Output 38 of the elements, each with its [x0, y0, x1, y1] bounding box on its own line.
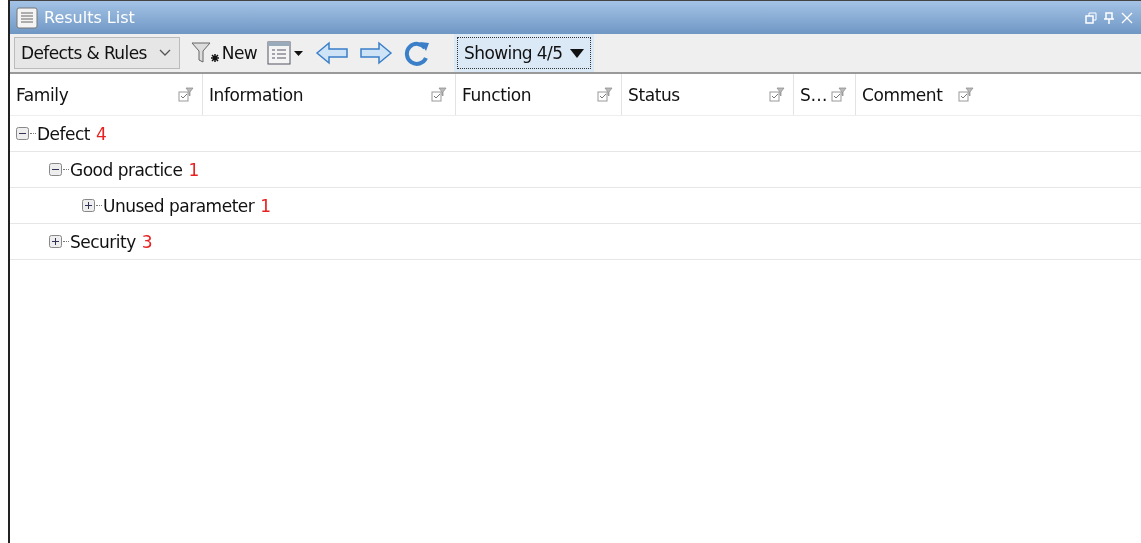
column-header[interactable]: Comment [862, 84, 943, 105]
collapse-icon[interactable] [16, 127, 29, 140]
column-list-icon[interactable] [267, 41, 306, 65]
tree-item-label[interactable]: Defect [37, 123, 90, 144]
tree-item-label[interactable]: Unused parameter [103, 195, 255, 216]
column-header[interactable]: S… [800, 84, 827, 105]
window-title: Results List [44, 8, 136, 27]
mode-dropdown[interactable]: Defects & Rules [14, 37, 180, 69]
column-filter-icon[interactable] [958, 86, 974, 103]
column-header[interactable]: Information [209, 84, 303, 105]
count-label: 1 [188, 159, 200, 180]
pin-icon[interactable] [1103, 11, 1115, 24]
column-header[interactable]: Family [16, 84, 69, 105]
expand-icon[interactable] [82, 199, 95, 212]
filter-icon[interactable] [189, 40, 220, 66]
column-header[interactable]: Function [462, 84, 532, 105]
chevron-down-icon [158, 49, 171, 57]
collapse-icon[interactable] [49, 163, 62, 176]
column-filter-icon[interactable] [178, 86, 194, 103]
count-label: 3 [141, 231, 153, 252]
back-arrow-icon[interactable] [315, 41, 350, 65]
undock-icon[interactable] [1085, 11, 1097, 24]
column-filter-icon[interactable] [831, 86, 847, 103]
list-icon [16, 6, 38, 29]
column-filter-icon[interactable] [597, 86, 613, 103]
count-label: 4 [96, 123, 107, 144]
column-filter-icon[interactable] [769, 86, 785, 103]
tree-item-label[interactable]: Security [70, 231, 136, 252]
column-header[interactable]: Status [628, 84, 680, 105]
caret-down-icon [570, 48, 585, 58]
new-button[interactable]: New [221, 43, 258, 63]
close-icon[interactable] [1121, 11, 1133, 24]
count-label: 1 [260, 195, 272, 216]
tree-item-label[interactable]: Good practice [70, 159, 183, 180]
forward-arrow-icon[interactable] [359, 41, 394, 65]
showing-dropdown[interactable]: Showing 4/5 [457, 37, 592, 69]
column-filter-icon[interactable] [431, 86, 447, 103]
expand-icon[interactable] [49, 235, 62, 248]
